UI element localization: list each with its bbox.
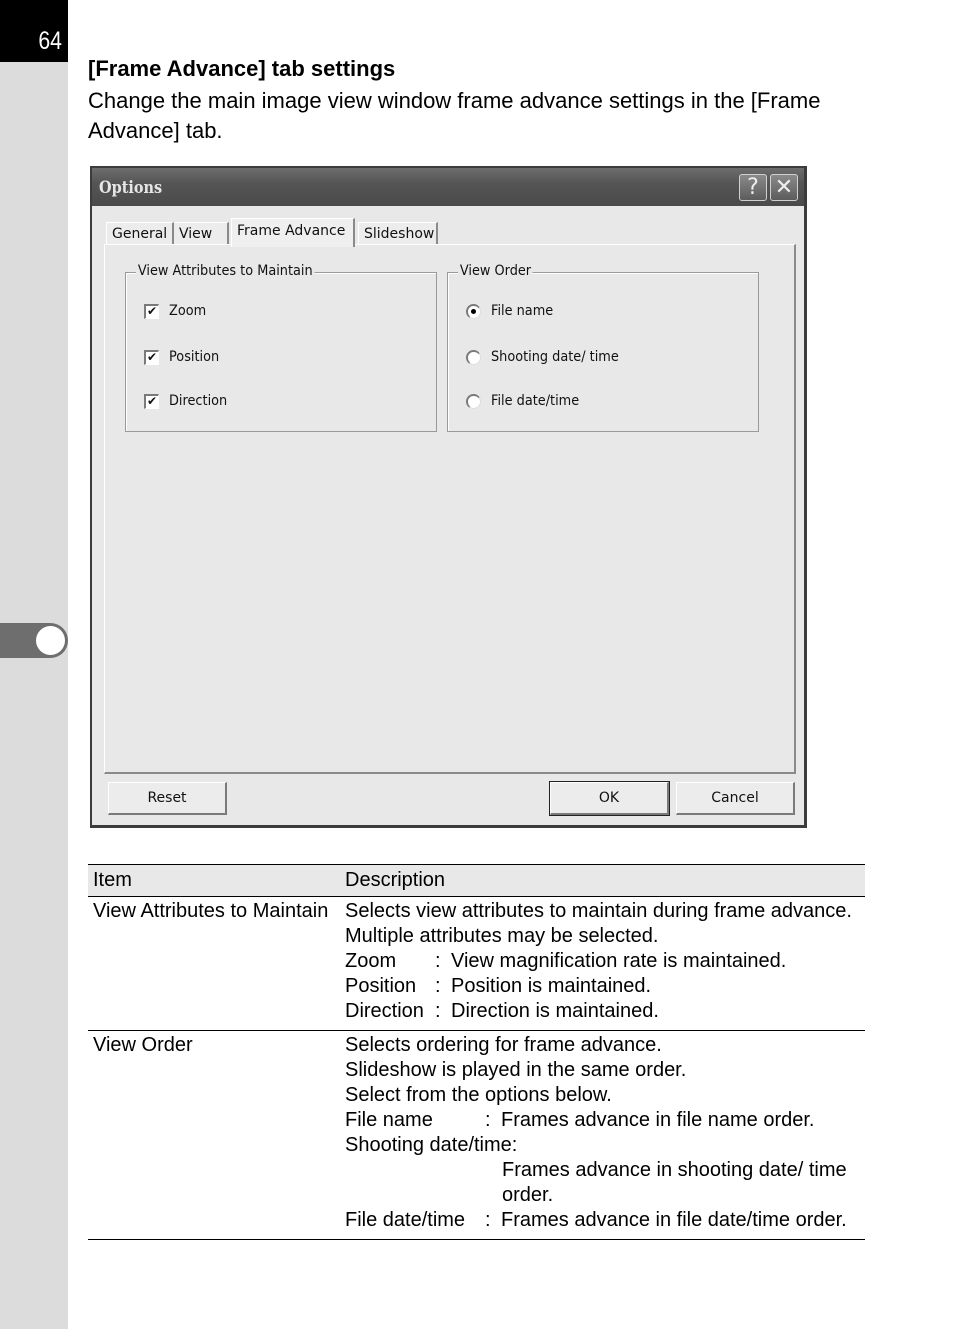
radio-unselected-icon[interactable]	[466, 393, 481, 409]
table-header-row: Item Description	[88, 864, 865, 897]
file-date-label: File date/time	[491, 393, 580, 409]
shooting-date-radio[interactable]: Shooting date/ time	[466, 348, 630, 366]
tab-slideshow[interactable]: Slideshow	[358, 222, 438, 246]
position-checkbox[interactable]: ✔ Position	[144, 348, 224, 366]
checkbox-checked-icon[interactable]: ✔	[144, 393, 159, 409]
description-pair: Position : Position is maintained.	[345, 974, 860, 999]
page-number-box: 64	[0, 0, 68, 62]
pair-value: Position is maintained.	[451, 975, 652, 997]
file-name-radio[interactable]: File name	[466, 302, 559, 320]
direction-checkbox[interactable]: ✔ Direction	[144, 392, 232, 410]
description-pair: Zoom : View magnification rate is mainta…	[345, 949, 860, 974]
close-button[interactable]: ✕	[770, 174, 798, 201]
frame-advance-panel: View Attributes to Maintain ✔ Zoom ✔ Pos…	[104, 244, 796, 774]
pair-value: View magnification rate is maintained.	[451, 950, 787, 972]
description-line: Slideshow is played in the same order.	[345, 1059, 687, 1081]
view-attributes-legend: View Attributes to Maintain	[136, 263, 315, 279]
intro-text: Change the main image view window frame …	[88, 88, 821, 143]
pair-sep: :	[435, 1000, 441, 1022]
description-line: Select from the options below.	[345, 1084, 612, 1106]
radio-unselected-icon[interactable]	[466, 349, 481, 365]
description-pair: Direction : Direction is maintained.	[345, 999, 860, 1024]
header-description: Description	[345, 869, 446, 891]
pair-key: File name	[345, 1109, 433, 1131]
options-dialog: Options ? ✕ General View Frame Advance S…	[90, 166, 807, 828]
description-cell: Selects view attributes to maintain duri…	[340, 897, 865, 1031]
item-cell: View Attributes to Maintain	[93, 900, 329, 922]
pair-key: File date/time	[345, 1209, 466, 1231]
file-date-radio[interactable]: File date/time	[466, 392, 587, 410]
tab-general[interactable]: General	[106, 222, 174, 246]
pair-key: Position	[345, 975, 417, 997]
help-button[interactable]: ?	[739, 174, 767, 201]
chapter-dot-icon	[36, 626, 65, 655]
cancel-button[interactable]: Cancel	[676, 782, 795, 815]
position-label: Position	[169, 349, 220, 365]
dialog-title: Options	[99, 178, 163, 198]
reset-button[interactable]: Reset	[108, 782, 227, 815]
help-icon: ?	[747, 175, 759, 200]
page-number: 64	[38, 27, 62, 55]
pair-sep: :	[435, 950, 441, 972]
view-order-legend: View Order	[458, 263, 533, 279]
pair-sep: :	[485, 1209, 491, 1231]
item-cell: View Order	[93, 1034, 193, 1056]
shooting-date-label: Shooting date/ time	[491, 349, 619, 365]
description-line: Selects ordering for frame advance.	[345, 1034, 662, 1056]
checkbox-checked-icon[interactable]: ✔	[144, 349, 159, 365]
description-line: Selects view attributes to maintain duri…	[345, 900, 852, 947]
pair-value: Frames advance in file name order.	[501, 1109, 815, 1131]
zoom-checkbox[interactable]: ✔ Zoom	[144, 302, 209, 320]
margin-strip	[0, 0, 68, 1329]
close-icon: ✕	[774, 175, 794, 200]
pair-value: Direction is maintained.	[451, 1000, 659, 1022]
description-pair-value: Frames advance in shooting date/ time or…	[502, 1159, 847, 1206]
pair-sep: :	[485, 1109, 491, 1131]
description-pair: File name : Frames advance in file name …	[345, 1108, 860, 1133]
table-row: View Attributes to Maintain Selects view…	[88, 897, 865, 1031]
header-item: Item	[93, 869, 132, 891]
view-attributes-group: View Attributes to Maintain ✔ Zoom ✔ Pos…	[125, 263, 437, 432]
pair-value: Frames advance in file date/time order.	[501, 1209, 847, 1231]
description-table: Item Description View Attributes to Main…	[88, 864, 865, 1240]
checkbox-checked-icon[interactable]: ✔	[144, 303, 159, 319]
pair-key: Zoom	[345, 950, 397, 972]
file-name-label: File name	[491, 303, 554, 319]
tab-frame-advance[interactable]: Frame Advance	[231, 218, 355, 247]
description-pair-key: Shooting date/time:	[345, 1134, 518, 1156]
pair-key: Direction	[345, 1000, 424, 1022]
description-cell: Selects ordering for frame advance. Slid…	[340, 1031, 865, 1240]
ok-button[interactable]: OK	[549, 781, 670, 816]
tab-view[interactable]: View	[174, 222, 229, 246]
section-heading: [Frame Advance] tab settings	[88, 56, 396, 81]
dialog-titlebar: Options ? ✕	[92, 168, 804, 206]
view-order-group: View Order File name Shooting date/ time…	[447, 263, 759, 432]
direction-label: Direction	[169, 393, 228, 409]
table-row: View Order Selects ordering for frame ad…	[88, 1031, 865, 1240]
description-pair: File date/time : Frames advance in file …	[345, 1208, 860, 1233]
pair-sep: :	[435, 975, 441, 997]
radio-selected-icon[interactable]	[466, 303, 481, 319]
zoom-label: Zoom	[169, 303, 207, 319]
